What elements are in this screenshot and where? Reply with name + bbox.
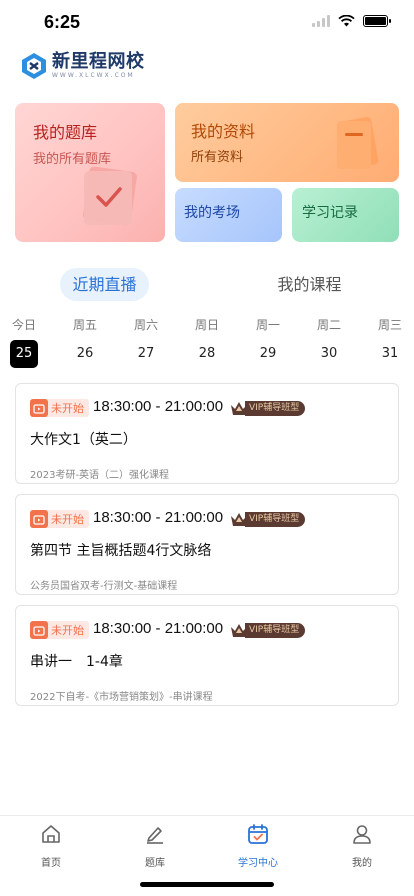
tabbar-label: 学习中心 [238, 858, 278, 869]
live-class-item[interactable]: 未开始 18:30:00 - 21:00:00 VIP辅导班型 第四节 主旨概括… [15, 494, 399, 595]
day-item[interactable]: 周日 28 [187, 316, 227, 368]
signal-icon [312, 15, 330, 27]
class-title: 串讲一 1-4章 [30, 654, 123, 670]
card-title: 我的资料 [191, 122, 256, 141]
battery-icon [363, 15, 391, 27]
live-class-item[interactable]: 未开始 18:30:00 - 21:00:00 VIP辅导班型 串讲一 1-4章… [15, 605, 399, 706]
card-title: 我的考场 [184, 205, 240, 221]
vip-badge: VIP辅导班型 [230, 400, 306, 417]
home-icon [42, 825, 60, 843]
class-title: 大作文1（英二） [30, 432, 137, 448]
course-name: 公务员国省双考-行测文-基础课程 [30, 581, 178, 592]
day-today[interactable]: 今日 25 [4, 316, 44, 368]
vip-label: VIP辅导班型 [245, 623, 306, 638]
tv-icon [30, 510, 48, 528]
day-name: 周一 [255, 318, 280, 332]
day-date: 28 [198, 346, 216, 361]
day-item[interactable]: 周二 30 [309, 316, 349, 368]
tv-icon [30, 399, 48, 417]
class-title: 第四节 主旨概括题4行文脉络 [30, 543, 212, 559]
document-icon [337, 117, 379, 169]
live-class-item[interactable]: 未开始 18:30:00 - 21:00:00 VIP辅导班型 大作文1（英二）… [15, 383, 399, 484]
tab-my-courses[interactable]: 我的课程 [263, 268, 356, 301]
day-date: 26 [76, 346, 94, 361]
tv-icon [30, 621, 48, 639]
day-date: 29 [259, 346, 277, 361]
course-name: 2023考研-英语（二）强化课程 [30, 470, 170, 481]
day-item[interactable]: 周六 27 [126, 316, 166, 368]
tab-recent-live[interactable]: 近期直播 [60, 268, 149, 301]
status-text: 未开始 [51, 624, 84, 637]
day-name: 今日 [11, 318, 36, 332]
status-time: 6:25 [44, 12, 81, 32]
day-name: 周日 [194, 318, 219, 332]
status-text: 未开始 [51, 402, 84, 415]
card-title: 我的题库 [33, 123, 98, 142]
tabbar-profile[interactable]: 我的 [327, 823, 397, 869]
wifi-icon [338, 15, 355, 27]
day-name: 周五 [72, 318, 97, 332]
brand-logo: 新里程网校 WWW.XLCWX.COM [20, 52, 145, 80]
class-time: 18:30:00 - 21:00:00 [93, 398, 224, 415]
logo-mark-icon [22, 53, 46, 79]
day-name: 周三 [377, 318, 402, 332]
status-icons [312, 15, 391, 27]
day-date-selected: 25 [10, 340, 38, 368]
day-date: 30 [320, 346, 338, 361]
tabbar-study-center[interactable]: 学习中心 [223, 823, 293, 869]
checkbook-icon [83, 166, 137, 226]
my-question-bank-card[interactable]: 我的题库 我的所有题库 [15, 103, 165, 242]
study-record-card[interactable]: 学习记录 [292, 188, 399, 242]
card-title: 学习记录 [302, 205, 358, 221]
edit-icon [147, 827, 163, 844]
status-badge: 未开始 [30, 621, 89, 639]
tabbar-label: 首页 [41, 858, 61, 869]
status-badge: 未开始 [30, 510, 89, 528]
day-name: 周二 [316, 318, 341, 332]
home-indicator [140, 882, 274, 887]
my-materials-card[interactable]: 我的资料 所有资料 [175, 103, 399, 182]
status-text: 未开始 [51, 513, 84, 526]
tabbar-home[interactable]: 首页 [16, 823, 86, 869]
study-center-icon [248, 824, 268, 844]
vip-label: VIP辅导班型 [245, 512, 306, 527]
brand-subtitle: WWW.XLCWX.COM [52, 72, 135, 79]
tabbar-label: 我的 [352, 858, 372, 869]
user-icon [353, 825, 371, 844]
brand-name: 新里程网校 [52, 51, 145, 72]
day-item[interactable]: 周一 29 [248, 316, 288, 368]
vip-label: VIP辅导班型 [245, 401, 306, 416]
vip-badge: VIP辅导班型 [230, 511, 306, 528]
class-time: 18:30:00 - 21:00:00 [93, 509, 224, 526]
status-badge: 未开始 [30, 399, 89, 417]
class-time: 18:30:00 - 21:00:00 [93, 620, 224, 637]
day-name: 周六 [133, 318, 158, 332]
day-item[interactable]: 周五 26 [65, 316, 105, 368]
day-item[interactable]: 周三 31 [370, 316, 410, 368]
card-subtitle: 所有资料 [191, 150, 244, 165]
vip-badge: VIP辅导班型 [230, 622, 306, 639]
course-name: 2022下自考-《市场营销策划》-串讲课程 [30, 692, 213, 703]
status-bar: 6:25 [0, 0, 414, 48]
day-date: 31 [381, 346, 399, 361]
day-date: 27 [137, 346, 155, 361]
tabbar-question-bank[interactable]: 题库 [120, 823, 190, 869]
tabbar-label: 题库 [145, 858, 165, 869]
my-exam-room-card[interactable]: 我的考场 [175, 188, 282, 242]
